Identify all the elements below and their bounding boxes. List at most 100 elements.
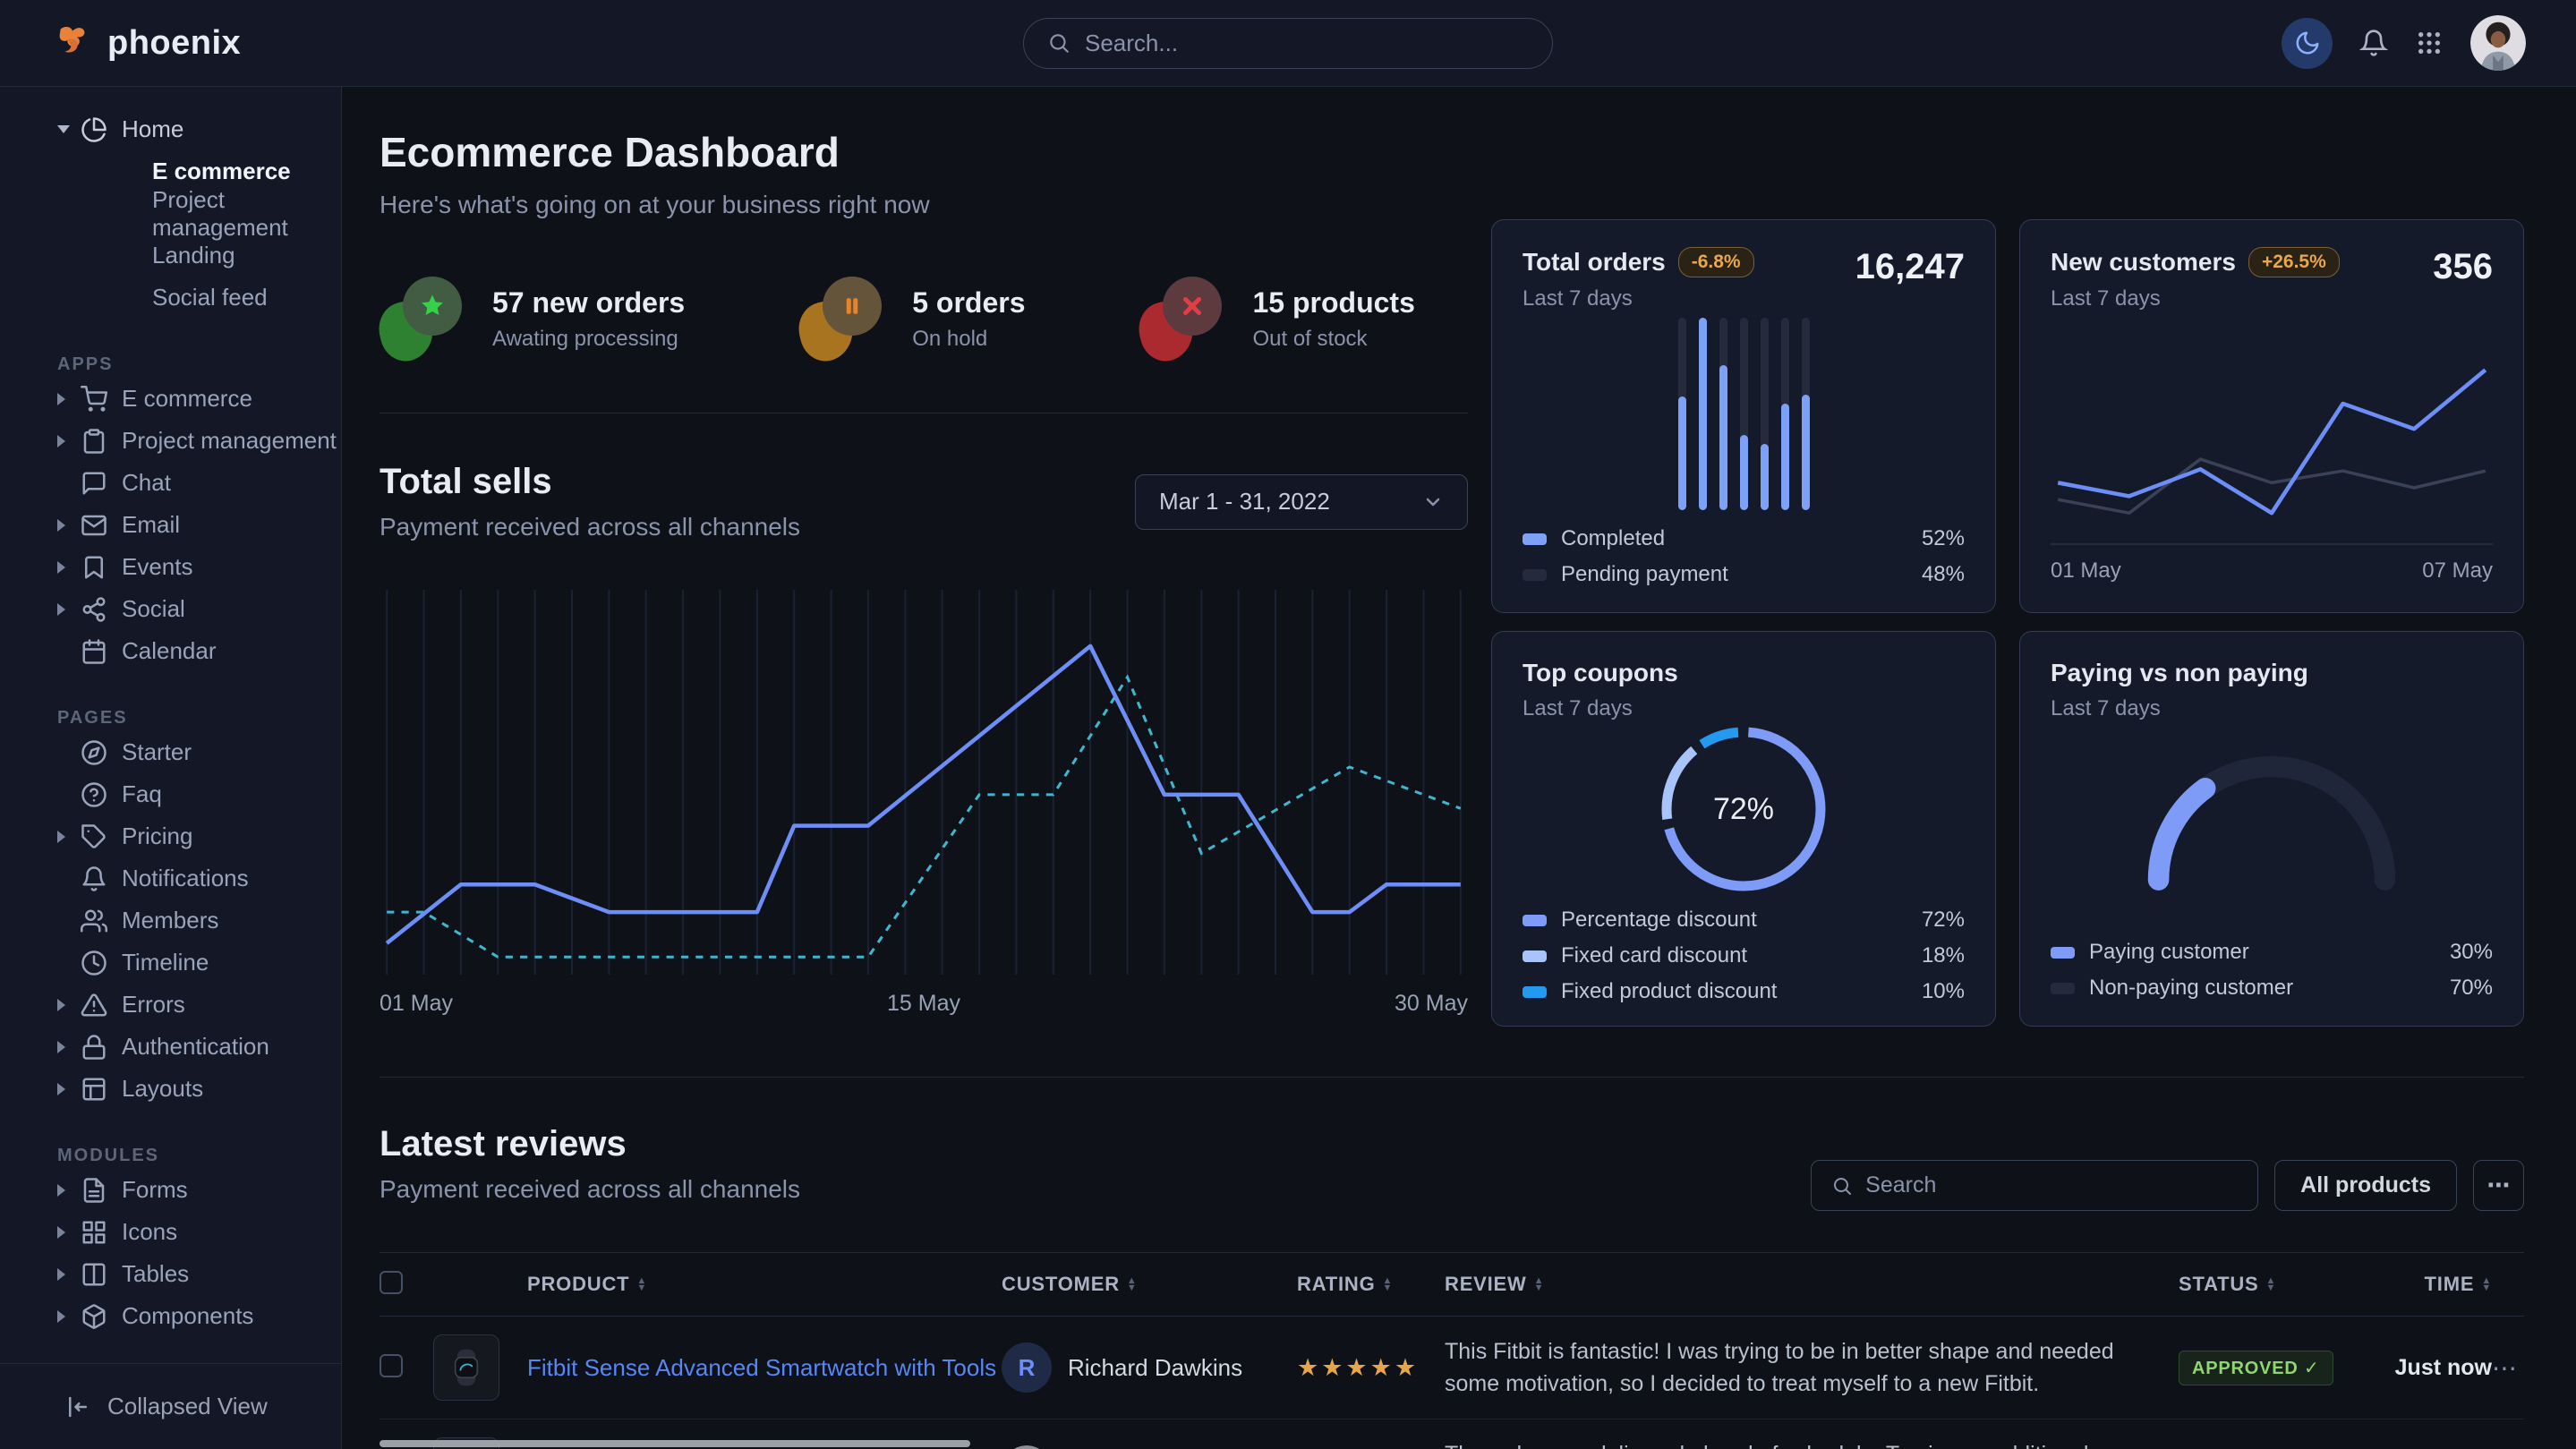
caret-down-icon — [57, 125, 81, 133]
top-coupons-period: Last 7 days — [1523, 696, 1678, 721]
lock-icon — [81, 1034, 107, 1061]
legend-chip — [1523, 986, 1547, 998]
order-bar — [1802, 318, 1810, 510]
caret-right-icon — [57, 831, 81, 843]
top-coupons-legend: Percentage discount 72% Fixed card disco… — [1523, 897, 1965, 1004]
sidebar-item-forms[interactable]: Forms — [0, 1169, 341, 1211]
row-checkbox[interactable] — [380, 1354, 403, 1377]
user-avatar-image — [2470, 15, 2526, 71]
sidebar-item-notifications[interactable]: Notifications — [0, 857, 341, 899]
caret-right-icon — [57, 1310, 81, 1323]
message-icon — [81, 470, 107, 497]
user-avatar[interactable] — [2470, 15, 2526, 71]
total-sells-x-labels: 01 May15 May30 May — [380, 991, 1468, 1017]
legend-row: Percentage discount 72% — [1523, 908, 1965, 933]
sidebar-item-components[interactable]: Components — [0, 1295, 341, 1337]
new-customers-card: New customers +26.5% Last 7 days 356 01 … — [2019, 219, 2524, 613]
bookmark-icon — [81, 554, 107, 581]
grid-icon — [81, 1219, 107, 1246]
product-link[interactable]: Fitbit Sense Advanced Smartwatch with To… — [527, 1354, 1060, 1381]
notifications-button[interactable] — [2359, 29, 2388, 57]
status-badge: APPROVED ✓ — [2179, 1351, 2333, 1385]
sidebar-item-chat[interactable]: Chat — [0, 462, 341, 504]
sort-icon[interactable]: ▲▼ — [2481, 1277, 2492, 1291]
sort-icon[interactable]: ▲▼ — [1127, 1277, 1138, 1291]
sidebar-item-home[interactable]: Home — [0, 108, 341, 150]
legend-chip — [2051, 947, 2075, 959]
star-stat-icon — [380, 277, 464, 361]
sidebar-item-icons[interactable]: Icons — [0, 1211, 341, 1253]
horizontal-scrollbar-thumb[interactable] — [380, 1440, 970, 1447]
sidebar-item-errors[interactable]: Errors — [0, 984, 341, 1026]
caret-right-icon — [57, 1083, 81, 1095]
row-menu-button[interactable]: ⋯ — [2492, 1354, 2517, 1382]
product-thumbnail[interactable] — [433, 1334, 499, 1401]
sort-icon[interactable]: ▲▼ — [1534, 1277, 1545, 1291]
sort-icon[interactable]: ▲▼ — [2266, 1277, 2277, 1291]
sort-icon[interactable]: ▲▼ — [1383, 1277, 1394, 1291]
global-search-input[interactable] — [1085, 30, 1529, 57]
legend-row: Pending payment 48% — [1523, 562, 1965, 587]
col-rating[interactable]: RATING ▲▼ — [1297, 1273, 1445, 1296]
new-customers-badge: +26.5% — [2248, 247, 2340, 277]
col-time[interactable]: TIME ▲▼ — [2384, 1273, 2492, 1296]
select-all-checkbox[interactable] — [380, 1271, 403, 1294]
sidebar-item-timeline[interactable]: Timeline — [0, 942, 341, 984]
calendar-icon — [81, 638, 107, 665]
sidebar-item-starter[interactable]: Starter — [0, 731, 341, 773]
page-title: Ecommerce Dashboard — [380, 128, 2524, 176]
reviews-menu-button[interactable]: ⋯ — [2473, 1160, 2524, 1211]
bell-icon — [81, 865, 107, 892]
reviews-search-input[interactable] — [1865, 1172, 2238, 1198]
clock-icon — [81, 950, 107, 976]
theme-toggle-button[interactable] — [2282, 18, 2333, 69]
kpi-cards: Total orders -6.8% Last 7 days 16,247 Co… — [1491, 219, 2524, 1027]
brand[interactable]: phoenix — [52, 22, 241, 64]
sidebar-item-authentication[interactable]: Authentication — [0, 1026, 341, 1068]
stat-2: 15 products Out of stock — [1139, 277, 1414, 361]
paying-title: Paying vs non paying — [2051, 659, 2308, 687]
sidebar-item-social[interactable]: Social — [0, 588, 341, 630]
caret-right-icon — [57, 603, 81, 616]
sidebar-item-email[interactable]: Email — [0, 504, 341, 546]
col-customer[interactable]: CUSTOMER ▲▼ — [1002, 1273, 1297, 1296]
reviews-search[interactable] — [1811, 1160, 2258, 1211]
col-product[interactable]: PRODUCT ▲▼ — [527, 1273, 1002, 1296]
date-range-select[interactable]: Mar 1 - 31, 2022 — [1135, 474, 1468, 530]
package-icon — [81, 1303, 107, 1330]
sort-icon[interactable]: ▲▼ — [636, 1277, 647, 1291]
stats-row: 57 new orders Awating processing 5 order… — [380, 277, 1468, 361]
sidebar-item-e-commerce[interactable]: E commerce — [0, 378, 341, 420]
legend-row: Fixed product discount 10% — [1523, 979, 1965, 1004]
order-bar — [1761, 318, 1769, 510]
file-text-icon — [81, 1177, 107, 1204]
sidebar-item-calendar[interactable]: Calendar — [0, 630, 341, 672]
total-orders-period: Last 7 days — [1523, 286, 1754, 311]
sidebar-item-pricing[interactable]: Pricing — [0, 815, 341, 857]
all-products-button[interactable]: All products — [2274, 1160, 2457, 1211]
table-row: Fitbit Sense Advanced Smartwatch with To… — [380, 1317, 2524, 1419]
apps-menu-button[interactable] — [2415, 29, 2444, 57]
caret-right-icon — [57, 393, 81, 405]
sidebar-item-faq[interactable]: Faq — [0, 773, 341, 815]
pie-chart-icon — [81, 116, 107, 143]
bell-icon — [2359, 29, 2388, 57]
sidebar-item-tables[interactable]: Tables — [0, 1253, 341, 1295]
brand-name: phoenix — [107, 24, 241, 63]
collapse-sidebar-button[interactable]: Collapsed View — [0, 1363, 341, 1449]
col-review[interactable]: REVIEW ▲▼ — [1445, 1273, 2179, 1296]
total-sells-section: 57 new orders Awating processing 5 order… — [380, 219, 1468, 1027]
share-icon — [81, 596, 107, 623]
legend-row: Fixed card discount 18% — [1523, 943, 1965, 968]
sidebar-subitem-social-feed[interactable]: Social feed — [0, 277, 341, 319]
sidebar-section-modules: MODULES — [0, 1142, 341, 1169]
col-status[interactable]: STATUS ▲▼ — [2179, 1273, 2384, 1296]
sidebar-item-events[interactable]: Events — [0, 546, 341, 588]
legend-row: Completed 52% — [1523, 526, 1965, 551]
global-search[interactable] — [1023, 18, 1553, 69]
sidebar-subitem-project-management[interactable]: Project management — [0, 192, 341, 234]
sidebar-item-members[interactable]: Members — [0, 899, 341, 942]
sidebar-item-layouts[interactable]: Layouts — [0, 1068, 341, 1110]
sidebar-item-project-management[interactable]: Project management — [0, 420, 341, 462]
x-axis-label: 01 May — [380, 991, 453, 1017]
